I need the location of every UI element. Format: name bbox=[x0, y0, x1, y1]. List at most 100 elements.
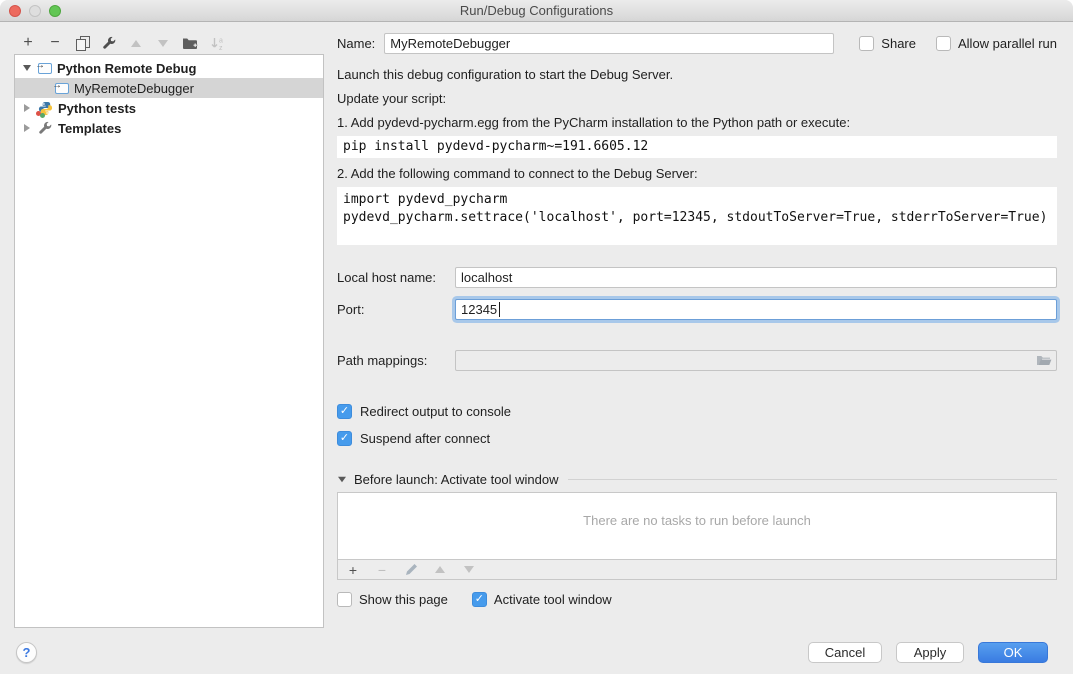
code-line-import: import pydevd_pycharm bbox=[343, 192, 507, 207]
arrow-up-icon bbox=[131, 40, 141, 47]
sort-az-icon: az bbox=[210, 36, 225, 51]
activate-tool-window-label: Activate tool window bbox=[494, 592, 612, 607]
minus-icon: − bbox=[50, 35, 59, 51]
tree-item-label: MyRemoteDebugger bbox=[74, 81, 194, 96]
section-divider bbox=[568, 479, 1057, 480]
svg-text:a: a bbox=[219, 37, 223, 44]
configurations-toolbar: + − az bbox=[20, 33, 225, 53]
share-checkbox[interactable] bbox=[859, 36, 874, 51]
redirect-output-checkbox[interactable]: ✓ bbox=[337, 404, 352, 419]
window-title: Run/Debug Configurations bbox=[460, 3, 613, 18]
new-folder-icon bbox=[182, 36, 198, 50]
remote-debug-config-icon: → bbox=[38, 63, 52, 74]
suspend-after-connect-checkbox[interactable]: ✓ bbox=[337, 431, 352, 446]
wrench-icon bbox=[102, 36, 117, 51]
instruction-line-2: Update your script: bbox=[337, 91, 1057, 107]
ok-button[interactable]: OK bbox=[978, 642, 1048, 663]
question-mark-icon: ? bbox=[23, 645, 31, 660]
tree-item-templates[interactable]: Templates bbox=[15, 118, 323, 138]
browse-folder-button[interactable] bbox=[1036, 354, 1052, 370]
show-this-page-label: Show this page bbox=[359, 592, 448, 607]
close-window-button[interactable] bbox=[9, 5, 21, 17]
move-down-button bbox=[155, 35, 171, 51]
port-input[interactable] bbox=[455, 299, 1057, 320]
chevron-down-icon[interactable] bbox=[21, 65, 33, 71]
path-mappings-input[interactable] bbox=[455, 350, 1057, 371]
cancel-button[interactable]: Cancel bbox=[808, 642, 882, 663]
move-task-down-button bbox=[461, 562, 477, 578]
check-icon: ✓ bbox=[475, 594, 484, 605]
tree-item-label: Python tests bbox=[58, 101, 136, 116]
plus-icon: + bbox=[23, 35, 32, 51]
local-host-name-label: Local host name: bbox=[337, 270, 455, 285]
test-badge-green-icon bbox=[40, 113, 45, 118]
show-this-page-checkbox[interactable] bbox=[337, 592, 352, 607]
task-list-toolbar: + − bbox=[337, 560, 1057, 580]
before-launch-task-list[interactable]: There are no tasks to run before launch bbox=[337, 492, 1057, 560]
instruction-line-1: Launch this debug configuration to start… bbox=[337, 67, 1057, 83]
tree-item-python-tests[interactable]: Python tests bbox=[15, 98, 323, 118]
allow-parallel-run-option: Allow parallel run bbox=[936, 36, 1057, 51]
new-folder-button[interactable] bbox=[182, 35, 198, 51]
share-label: Share bbox=[881, 36, 916, 51]
local-host-name-input[interactable] bbox=[455, 267, 1057, 288]
remove-task-button: − bbox=[374, 562, 390, 578]
move-up-button bbox=[128, 35, 144, 51]
tree-item-label: Python Remote Debug bbox=[57, 61, 196, 76]
redirect-output-label: Redirect output to console bbox=[360, 404, 511, 419]
check-icon: ✓ bbox=[340, 406, 349, 417]
name-label: Name: bbox=[337, 36, 375, 51]
settrace-code-block: import pydevd_pycharm pydevd_pycharm.set… bbox=[337, 187, 1057, 245]
remote-debug-config-icon: → bbox=[55, 83, 69, 94]
tree-item-python-remote-debug[interactable]: → Python Remote Debug bbox=[15, 58, 323, 78]
before-launch-header: Before launch: Activate tool window bbox=[354, 472, 559, 487]
help-button[interactable]: ? bbox=[16, 642, 37, 663]
copy-configuration-button[interactable] bbox=[74, 35, 90, 51]
tree-item-myremotedebugger[interactable]: → MyRemoteDebugger bbox=[15, 78, 323, 98]
pip-install-code-block: pip install pydevd-pycharm~=191.6605.12 bbox=[337, 136, 1057, 158]
suspend-after-connect-label: Suspend after connect bbox=[360, 431, 490, 446]
code-line-settrace: pydevd_pycharm.settrace('localhost', por… bbox=[343, 210, 1047, 225]
instruction-step-2: 2. Add the following command to connect … bbox=[337, 166, 1057, 182]
allow-parallel-run-checkbox[interactable] bbox=[936, 36, 951, 51]
name-input[interactable] bbox=[384, 33, 834, 54]
allow-parallel-run-label: Allow parallel run bbox=[958, 36, 1057, 51]
remove-configuration-button[interactable]: − bbox=[47, 35, 63, 51]
tree-item-label: Templates bbox=[58, 121, 121, 136]
folder-icon bbox=[1036, 354, 1052, 367]
pencil-icon bbox=[405, 563, 418, 576]
add-task-button[interactable]: + bbox=[345, 562, 361, 578]
run-debug-configurations-dialog: Run/Debug Configurations + − az → Python… bbox=[0, 0, 1073, 674]
dialog-buttons: Cancel Apply OK bbox=[808, 642, 1048, 663]
add-configuration-button[interactable]: + bbox=[20, 35, 36, 51]
arrow-down-icon bbox=[158, 40, 168, 47]
text-cursor bbox=[499, 302, 500, 317]
share-option: Share bbox=[859, 36, 916, 51]
instruction-step-1: 1. Add pydevd-pycharm.egg from the PyCha… bbox=[337, 115, 1057, 131]
arrow-down-icon bbox=[464, 566, 474, 573]
python-tests-icon bbox=[38, 101, 53, 116]
configuration-editor: Name: Share Allow parallel run Launch th… bbox=[337, 22, 1057, 607]
chevron-right-icon[interactable] bbox=[21, 124, 33, 132]
svg-text:z: z bbox=[219, 45, 223, 51]
minus-icon: − bbox=[378, 563, 386, 577]
edit-task-button bbox=[403, 562, 419, 578]
apply-button[interactable]: Apply bbox=[896, 642, 964, 663]
chevron-right-icon[interactable] bbox=[21, 104, 33, 112]
wrench-icon bbox=[38, 121, 53, 136]
check-icon: ✓ bbox=[340, 433, 349, 444]
title-bar: Run/Debug Configurations bbox=[0, 0, 1073, 22]
collapse-section-icon[interactable] bbox=[338, 477, 346, 483]
zoom-window-button[interactable] bbox=[49, 5, 61, 17]
copy-icon bbox=[76, 36, 89, 50]
activate-tool-window-checkbox[interactable]: ✓ bbox=[472, 592, 487, 607]
port-label: Port: bbox=[337, 302, 455, 317]
edit-templates-button[interactable] bbox=[101, 35, 117, 51]
arrow-up-icon bbox=[435, 566, 445, 573]
move-task-up-button bbox=[432, 562, 448, 578]
sort-configurations-button: az bbox=[209, 35, 225, 51]
minimize-window-button bbox=[29, 5, 41, 17]
plus-icon: + bbox=[349, 563, 357, 577]
empty-task-list-message: There are no tasks to run before launch bbox=[583, 513, 811, 528]
path-mappings-label: Path mappings: bbox=[337, 353, 455, 368]
